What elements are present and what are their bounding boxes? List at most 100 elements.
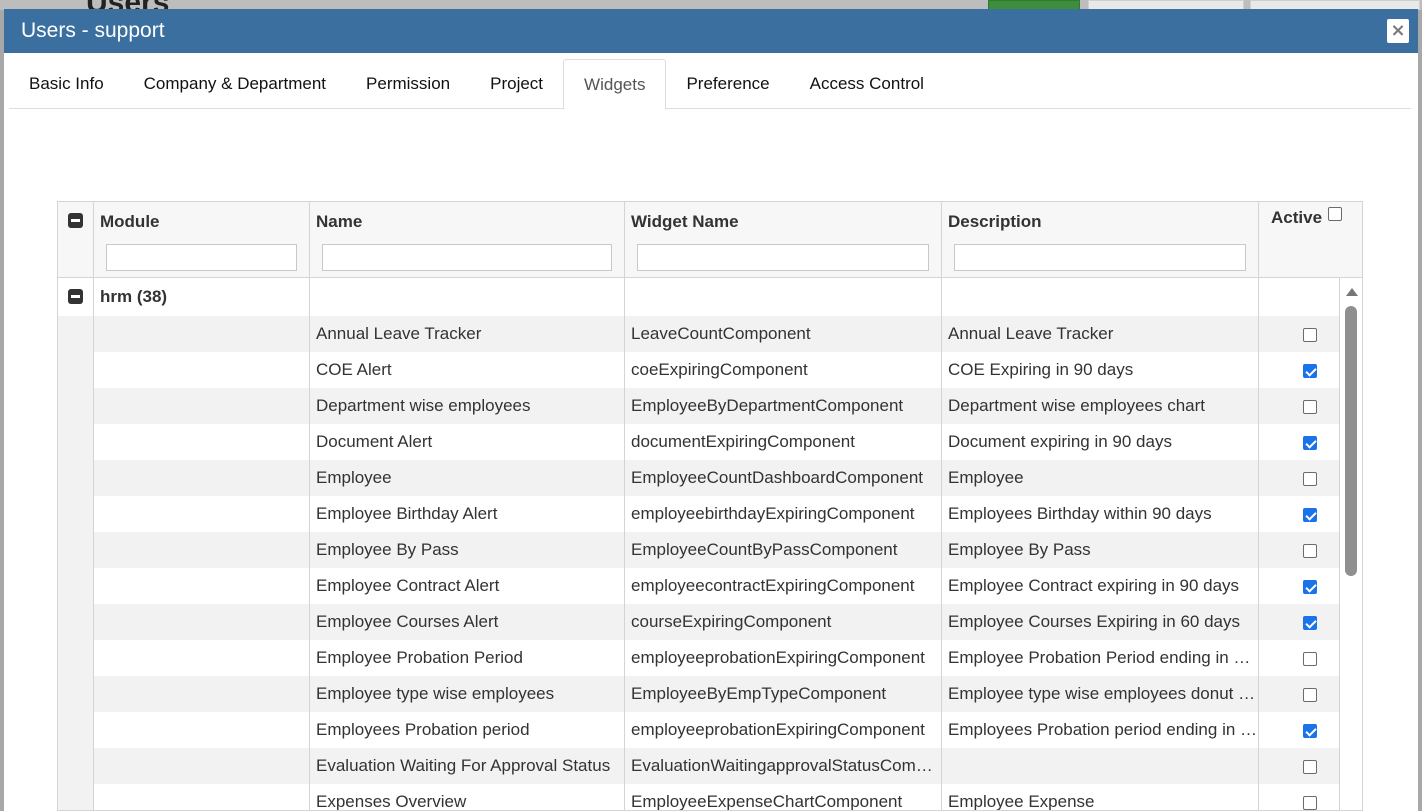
- tab-permission[interactable]: Permission: [346, 59, 470, 109]
- row-selector-cell: [58, 784, 94, 810]
- row-description-cell: Department wise employees chart: [942, 388, 1259, 424]
- active-checkbox[interactable]: [1303, 796, 1317, 810]
- scroll-up-arrow-icon[interactable]: [1346, 288, 1358, 296]
- grid-body: hrm (38) Annual Leave Tracker LeaveCountC…: [58, 278, 1340, 810]
- table-row[interactable]: Employee By Pass EmployeeCountByPassCompo…: [58, 532, 1340, 568]
- row-widget-name-cell: LeaveCountComponent: [625, 316, 942, 352]
- table-row[interactable]: Annual Leave Tracker LeaveCountComponent A…: [58, 316, 1340, 352]
- row-name-cell: Employee: [310, 460, 625, 496]
- table-row[interactable]: Employee Probation Period employeeprobati…: [58, 640, 1340, 676]
- active-checkbox[interactable]: [1303, 760, 1317, 774]
- row-description-cell: [942, 748, 1259, 784]
- active-checkbox[interactable]: [1303, 472, 1317, 486]
- row-module-cell: [94, 352, 310, 388]
- table-row[interactable]: COE Alert coeExpiringComponent COE Expirin…: [58, 352, 1340, 388]
- active-checkbox[interactable]: [1303, 688, 1317, 702]
- row-description-cell: Employees Probation period ending in 90 …: [942, 712, 1259, 748]
- group-empty-cell: [310, 278, 625, 316]
- row-name-cell: Document Alert: [310, 424, 625, 460]
- close-button[interactable]: ×: [1387, 19, 1409, 43]
- row-module-cell: [94, 460, 310, 496]
- row-description-cell: Employees Birthday within 90 days: [942, 496, 1259, 532]
- description-filter-input[interactable]: [954, 244, 1246, 271]
- row-module-cell: [94, 532, 310, 568]
- row-name-cell: Employee Birthday Alert: [310, 496, 625, 532]
- active-checkbox[interactable]: [1303, 652, 1317, 666]
- scrollbar-thumb[interactable]: [1345, 306, 1357, 576]
- header-group-toggle-cell: [58, 202, 94, 278]
- row-active-cell: [1259, 784, 1340, 810]
- active-checkbox[interactable]: [1303, 328, 1317, 342]
- widget-name-filter-input[interactable]: [637, 244, 929, 271]
- row-widget-name-cell: EmployeeCountByPassComponent: [625, 532, 942, 568]
- vertical-scrollbar[interactable]: [1340, 278, 1362, 810]
- active-checkbox[interactable]: [1303, 364, 1317, 378]
- close-icon: ×: [1390, 20, 1406, 41]
- row-module-cell: [94, 784, 310, 810]
- tab-access-control[interactable]: Access Control: [790, 59, 944, 109]
- row-name-cell: Employee Contract Alert: [310, 568, 625, 604]
- table-row[interactable]: Employee EmployeeCountDashboardComponent E…: [58, 460, 1340, 496]
- row-selector-cell: [58, 316, 94, 352]
- row-description-cell: Document expiring in 90 days: [942, 424, 1259, 460]
- widgets-grid: Module Name Widget Name Description Acti…: [57, 201, 1363, 811]
- table-row[interactable]: Department wise employees EmployeeByDepar…: [58, 388, 1340, 424]
- row-selector-cell: [58, 676, 94, 712]
- row-module-cell: [94, 604, 310, 640]
- row-active-cell: [1259, 640, 1340, 676]
- module-filter-input[interactable]: [106, 244, 297, 271]
- row-description-cell: Employee Probation Period ending in 90 d…: [942, 640, 1259, 676]
- row-description-cell: Employee Expense: [942, 784, 1259, 810]
- tab-widgets[interactable]: Widgets: [563, 59, 667, 110]
- row-description-cell: Employee By Pass: [942, 532, 1259, 568]
- dialog-title: Users - support: [21, 19, 165, 42]
- row-active-cell: [1259, 604, 1340, 640]
- row-module-cell: [94, 748, 310, 784]
- collapse-all-icon[interactable]: [68, 213, 83, 228]
- name-filter-input[interactable]: [322, 244, 612, 271]
- row-selector-cell: [58, 460, 94, 496]
- active-checkbox[interactable]: [1303, 436, 1317, 450]
- tab-company-department[interactable]: Company & Department: [124, 59, 346, 109]
- row-selector-cell: [58, 352, 94, 388]
- row-name-cell: Employee By Pass: [310, 532, 625, 568]
- active-checkbox[interactable]: [1303, 724, 1317, 738]
- row-selector-cell: [58, 748, 94, 784]
- tab-preference[interactable]: Preference: [666, 59, 789, 109]
- collapse-group-icon[interactable]: [68, 289, 83, 304]
- row-widget-name-cell: employeebirthdayExpiringComponent: [625, 496, 942, 532]
- table-row[interactable]: Document Alert documentExpiringComponent D…: [58, 424, 1340, 460]
- active-checkbox[interactable]: [1303, 544, 1317, 558]
- table-row[interactable]: Employee Courses Alert courseExpiringComp…: [58, 604, 1340, 640]
- row-active-cell: [1259, 424, 1340, 460]
- row-widget-name-cell: employeeprobationExpiringComponent: [625, 640, 942, 676]
- header-widget-name-label: Widget Name: [631, 212, 739, 231]
- row-active-cell: [1259, 460, 1340, 496]
- table-row[interactable]: Evaluation Waiting For Approval Status Ev…: [58, 748, 1340, 784]
- header-name: Name: [310, 202, 625, 278]
- table-row[interactable]: Employee type wise employees EmployeeByEm…: [58, 676, 1340, 712]
- tab-basic-info[interactable]: Basic Info: [9, 59, 124, 109]
- active-checkbox[interactable]: [1303, 616, 1317, 630]
- row-module-cell: [94, 424, 310, 460]
- table-row[interactable]: Employees Probation period employeeprobat…: [58, 712, 1340, 748]
- row-selector-cell: [58, 604, 94, 640]
- row-module-cell: [94, 712, 310, 748]
- active-checkbox[interactable]: [1303, 508, 1317, 522]
- row-widget-name-cell: EvaluationWaitingapprovalStatusComponent: [625, 748, 942, 784]
- row-active-cell: [1259, 496, 1340, 532]
- tab-project[interactable]: Project: [470, 59, 563, 109]
- header-description-label: Description: [948, 212, 1042, 231]
- group-empty-cell: [942, 278, 1259, 316]
- active-checkbox[interactable]: [1303, 580, 1317, 594]
- row-name-cell: Annual Leave Tracker: [310, 316, 625, 352]
- header-active: Active: [1259, 202, 1362, 278]
- active-checkbox[interactable]: [1303, 400, 1317, 414]
- row-module-cell: [94, 496, 310, 532]
- select-all-active-checkbox[interactable]: [1328, 207, 1342, 221]
- row-module-cell: [94, 316, 310, 352]
- table-row[interactable]: Employee Birthday Alert employeebirthdayE…: [58, 496, 1340, 532]
- group-empty-cell: [1259, 278, 1340, 316]
- table-row[interactable]: Expenses Overview EmployeeExpenseChartCom…: [58, 784, 1340, 810]
- table-row[interactable]: Employee Contract Alert employeecontractE…: [58, 568, 1340, 604]
